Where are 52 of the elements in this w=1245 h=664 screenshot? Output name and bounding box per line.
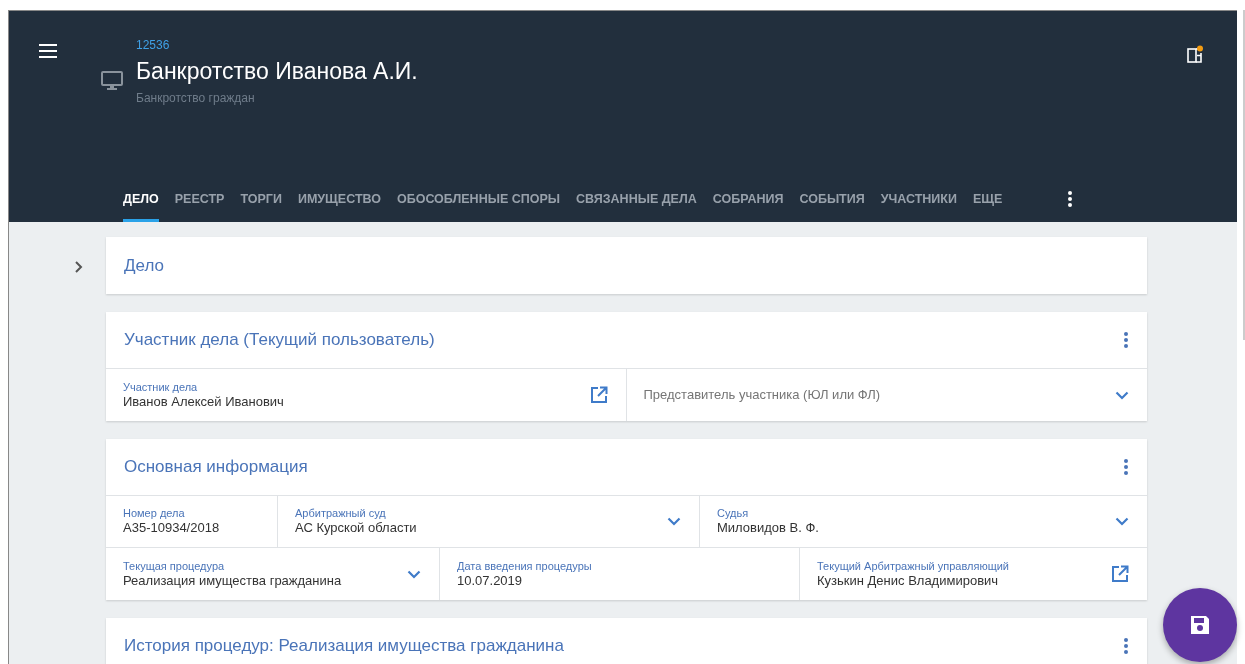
field-placeholder: Представитель участника (ЮЛ или ФЛ) bbox=[643, 386, 881, 405]
dropdown-icon[interactable] bbox=[667, 517, 681, 526]
form-field[interactable]: Представитель участника (ЮЛ или ФЛ) bbox=[626, 369, 1147, 421]
form-field[interactable]: Арбитражный суд АС Курской области bbox=[278, 496, 700, 547]
dropdown-icon[interactable] bbox=[407, 569, 421, 579]
case-title: Банкротство Иванова А.И. bbox=[136, 57, 418, 86]
tab[interactable]: ЕЩЕ bbox=[965, 176, 1011, 222]
field-value: Миловидов В. Ф. bbox=[717, 520, 819, 536]
external-link-icon[interactable] bbox=[1111, 565, 1129, 583]
case-id: 12536 bbox=[136, 37, 171, 54]
expand-icon[interactable] bbox=[74, 261, 84, 273]
tab[interactable]: СОБЫТИЯ bbox=[791, 176, 873, 222]
field-label: Участник дела bbox=[123, 380, 199, 394]
monitor-icon bbox=[101, 70, 123, 92]
form-field[interactable]: Участник дела Иванов Алексей Иванович bbox=[106, 369, 627, 421]
form-field[interactable]: Текущий Арбитражный управляющий Кузькин Денис Владимирович bbox=[800, 548, 1147, 600]
section-title[interactable]: История процедур: Реализация имущества гражданина bbox=[124, 633, 564, 659]
field-value: Иванов Алексей Иванович bbox=[123, 393, 284, 410]
field-label: Текущий Арбитражный управляющий bbox=[817, 559, 1009, 573]
field-label: Дата введения процедуры bbox=[457, 559, 592, 573]
field-label: Текущая процедура bbox=[123, 559, 226, 573]
field-value: Реализация имущества гражданина bbox=[123, 572, 342, 589]
field-value: А35-10934/2018 bbox=[123, 520, 220, 536]
section-title[interactable]: Участник дела (Текущий пользователь) bbox=[124, 327, 435, 353]
field-value: АС Курской области bbox=[295, 520, 417, 536]
menu-icon[interactable] bbox=[39, 44, 57, 58]
tab[interactable]: ОБОСОБЛЕННЫЕ СПОРЫ bbox=[388, 176, 569, 222]
tab[interactable]: ТОРГИ bbox=[232, 176, 290, 222]
save-icon bbox=[1189, 614, 1211, 636]
tab[interactable]: УЧАСТНИКИ bbox=[872, 176, 965, 222]
more-icon[interactable] bbox=[1067, 190, 1074, 208]
field-value: Кузькин Денис Владимирович bbox=[817, 572, 1000, 589]
panel-icon[interactable] bbox=[1187, 45, 1203, 63]
tab[interactable]: СОБРАНИЯ bbox=[704, 176, 792, 222]
external-link-icon[interactable] bbox=[589, 386, 608, 404]
field-label: Судья bbox=[717, 507, 750, 520]
field-label: Арбитражный суд bbox=[295, 507, 387, 520]
field-value: 10.07.2019 bbox=[457, 572, 524, 589]
tab[interactable]: ИМУЩЕСТВО bbox=[289, 176, 389, 222]
case-category: Банкротство граждан bbox=[136, 90, 256, 107]
section-title[interactable]: Дело bbox=[124, 252, 164, 279]
field-label: Номер дела bbox=[123, 507, 186, 520]
section-title[interactable]: Основная информация bbox=[124, 454, 308, 480]
form-field[interactable]: Номер дела А35-10934/2018 bbox=[106, 496, 278, 547]
form-field[interactable]: Текущая процедура Реализация имущества гражданина bbox=[106, 548, 440, 600]
form-field[interactable]: Дата введения процедуры 10.07.2019 bbox=[440, 548, 800, 600]
dropdown-icon[interactable] bbox=[1115, 517, 1129, 526]
tab[interactable]: РЕЕСТР bbox=[166, 176, 233, 222]
dropdown-icon[interactable] bbox=[1115, 390, 1129, 400]
form-field[interactable]: Судья Миловидов В. Ф. bbox=[700, 496, 1147, 547]
tab[interactable]: СВЯЗАННЫЕ ДЕЛА bbox=[568, 176, 705, 222]
tab[interactable]: ДЕЛО bbox=[123, 176, 159, 222]
